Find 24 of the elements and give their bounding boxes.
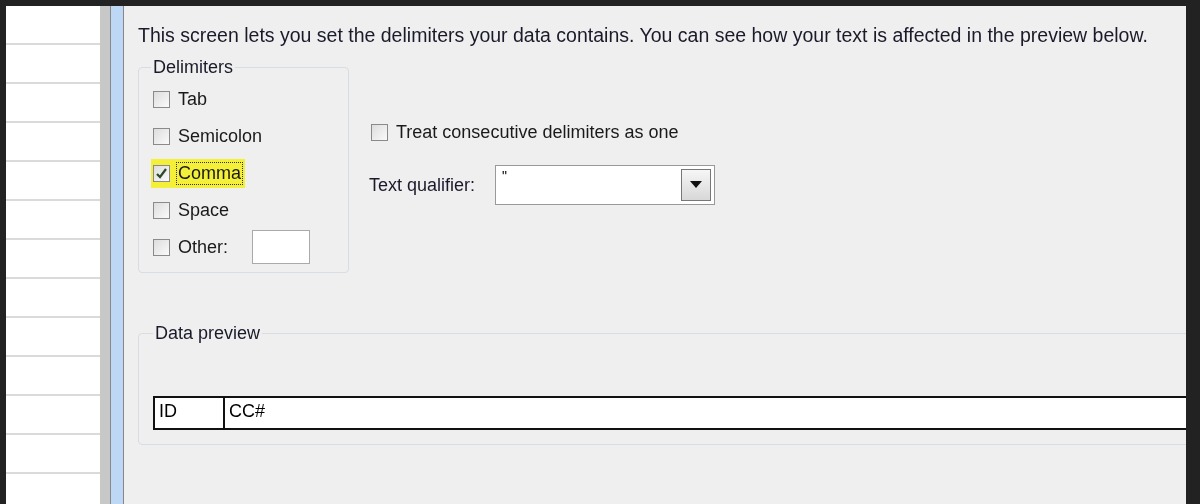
checkbox-label[interactable]: Tab <box>176 87 210 111</box>
checkbox[interactable] <box>371 123 388 141</box>
column-cell: CC# <box>224 397 1186 429</box>
column-cell: ID <box>154 397 224 429</box>
other-delimiter-field[interactable] <box>252 230 311 264</box>
checkbox-label[interactable]: Comma <box>176 161 243 185</box>
group-title: Delimiters <box>152 57 234 78</box>
checkbox-label[interactable]: Treat consecutive delimiters as one <box>394 120 681 144</box>
checkbox[interactable] <box>153 201 170 219</box>
checkbox[interactable] <box>153 127 170 145</box>
group-title: Data preview <box>154 323 262 344</box>
field-label: Text qualifier: <box>369 174 476 196</box>
instruction-text: This screen lets you set the delimiters your data contains. You can see how your text is affected in the preview below. <box>138 24 1149 47</box>
checkbox-label[interactable]: Space <box>176 198 232 222</box>
checkbox[interactable] <box>153 90 170 108</box>
dropdown-value: " <box>501 167 509 186</box>
checkbox-label[interactable]: Semicolon <box>176 124 265 148</box>
checkmark-icon <box>155 166 168 180</box>
checkbox-label[interactable]: Other: <box>176 235 231 259</box>
dropdown-button[interactable] <box>681 169 712 201</box>
checkbox[interactable] <box>153 164 170 182</box>
caret-icon <box>690 181 703 189</box>
checkbox[interactable] <box>153 238 170 256</box>
text-qualifier-dropdown[interactable]: " <box>495 165 716 205</box>
